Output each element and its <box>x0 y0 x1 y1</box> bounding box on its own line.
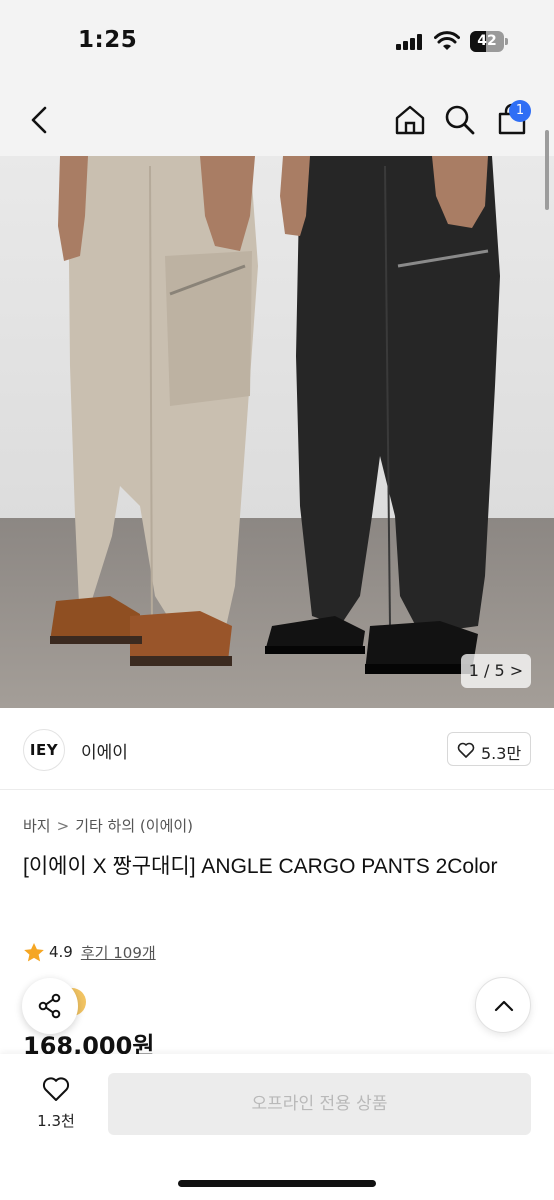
breadcrumb-subcategory[interactable]: 기타 하의 (이에이) <box>75 817 193 835</box>
back-icon[interactable] <box>22 102 58 138</box>
home-icon[interactable] <box>392 102 428 138</box>
brand-like-count: 5.3만 <box>481 744 522 763</box>
brand-row[interactable]: IEY 이에이 5.3만 <box>0 708 554 790</box>
rating-value: 4.9 <box>49 943 73 961</box>
breadcrumb: 바지 > 기타 하의 (이에이) <box>23 815 193 836</box>
wish-button[interactable]: 1.3천 <box>20 1072 92 1138</box>
product-title: [이에이 X 짱구대디] ANGLE CARGO PANTS 2Color <box>23 855 498 878</box>
heart-icon <box>42 1077 70 1101</box>
battery-level: 42 <box>477 33 497 49</box>
review-link[interactable]: 후기 109개 <box>81 942 156 963</box>
signal-icon <box>396 34 424 50</box>
breadcrumb-category[interactable]: 바지 <box>23 817 51 835</box>
status-time: 1:25 <box>78 27 138 53</box>
share-icon <box>38 993 61 1019</box>
brand-name[interactable]: 이에이 <box>81 738 128 763</box>
search-icon[interactable] <box>442 102 478 138</box>
wish-count: 1.3천 <box>37 1112 75 1130</box>
heart-icon <box>457 742 475 758</box>
product-photo <box>0 156 554 708</box>
status-bar: 1:25 42 <box>0 0 554 84</box>
rating-row: 4.9 후기 109개 <box>23 940 156 964</box>
battery-icon: 42 <box>470 31 508 52</box>
breadcrumb-separator: > <box>56 817 70 835</box>
offline-only-button[interactable]: 오프라인 전용 상품 <box>108 1073 531 1135</box>
star-icon <box>24 942 44 961</box>
chevron-up-icon <box>494 1000 514 1012</box>
app-header <box>0 84 554 156</box>
home-indicator <box>178 1180 376 1187</box>
page-scrollbar[interactable] <box>545 130 549 210</box>
bottom-action-bar: 1.3천 오프라인 전용 상품 <box>0 1054 554 1200</box>
brand-like-button[interactable]: 5.3만 <box>447 732 531 766</box>
brand-logo[interactable]: IEY <box>23 729 65 771</box>
scroll-top-button[interactable] <box>475 977 531 1033</box>
image-counter[interactable]: 1 / 5 > <box>461 654 531 688</box>
product-image[interactable] <box>0 156 554 708</box>
cart-badge: 1 <box>509 100 531 122</box>
wifi-icon <box>434 31 460 50</box>
